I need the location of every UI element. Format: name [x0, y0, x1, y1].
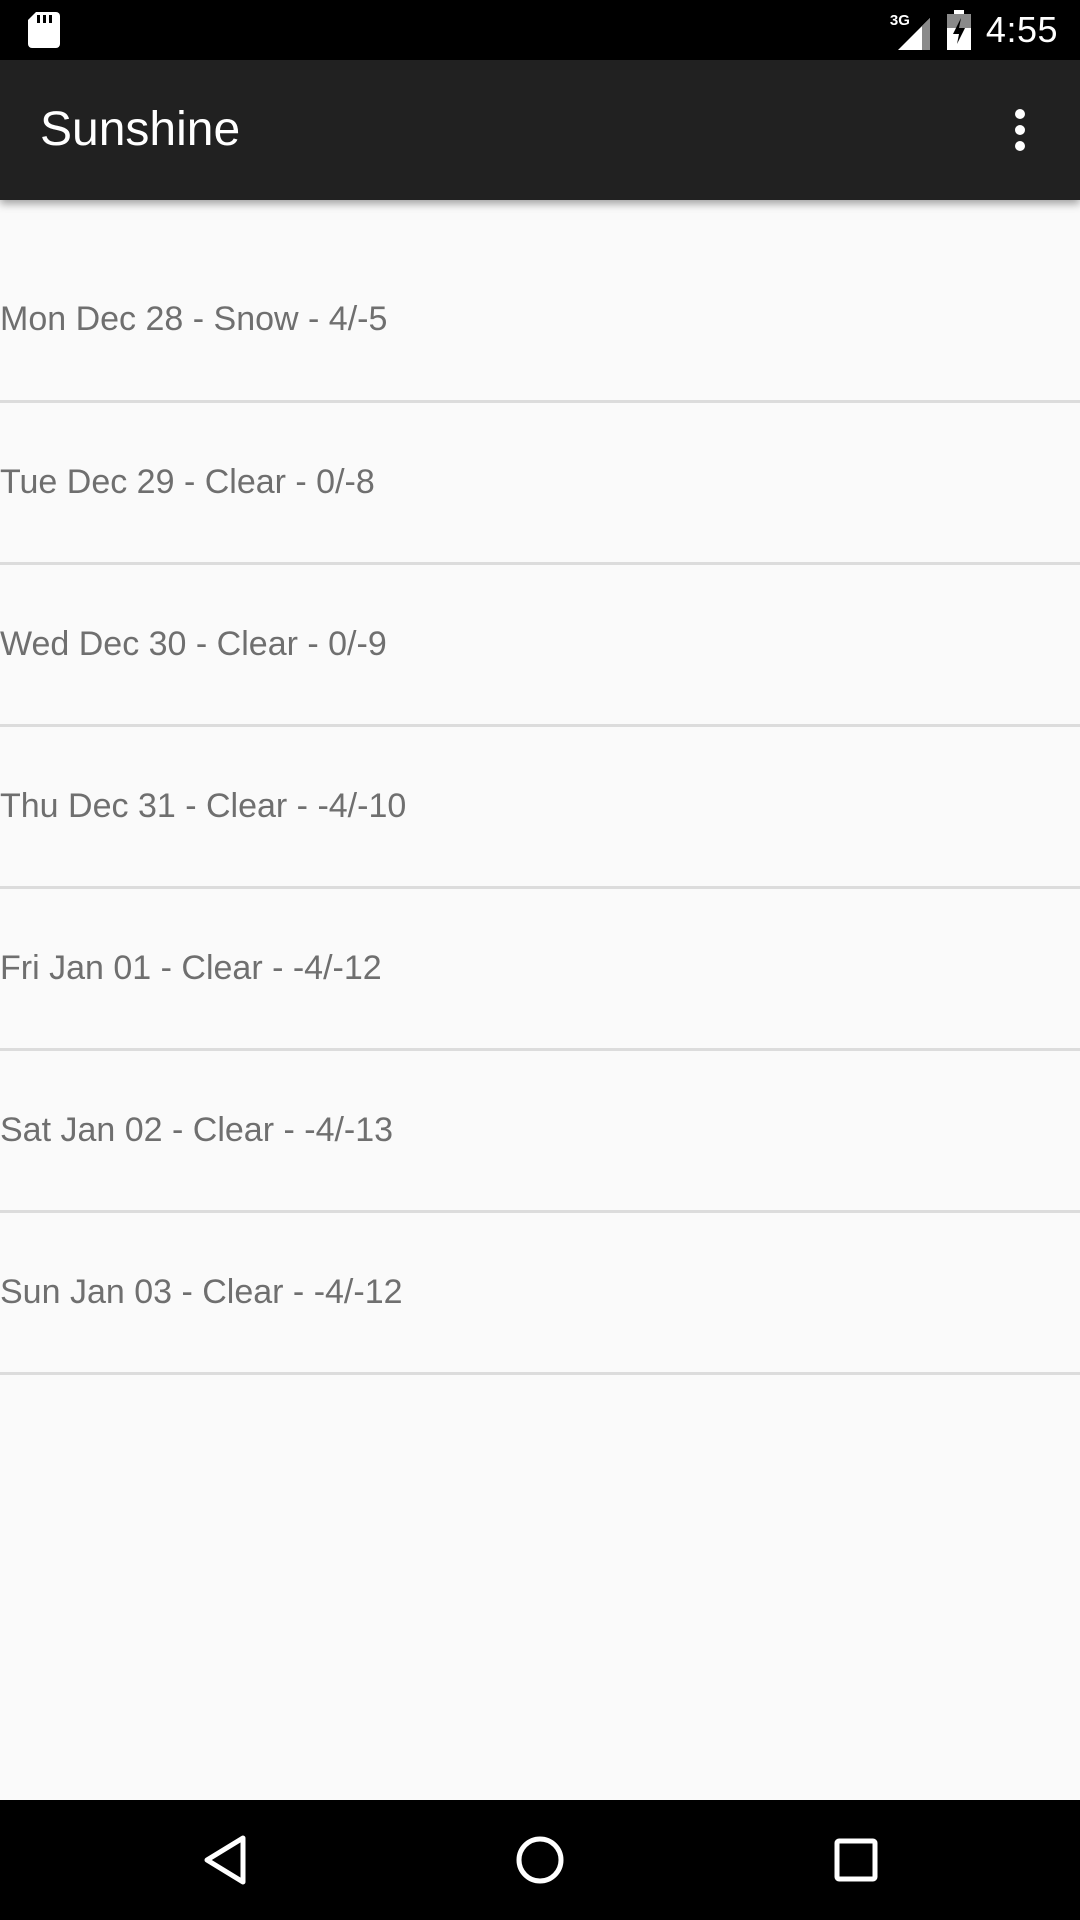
forecast-list: Mon Dec 28 - Snow - 4/-5 Tue Dec 29 - Cl… [0, 200, 1080, 1375]
list-item-label: Sat Jan 02 - Clear - -4/-13 [0, 1111, 394, 1149]
recents-button[interactable] [826, 1830, 886, 1890]
back-icon [204, 1835, 246, 1885]
list-item[interactable]: Tue Dec 29 - Clear - 0/-8 [0, 403, 1080, 565]
list-item-label: Thu Dec 31 - Clear - -4/-10 [0, 787, 407, 825]
status-time: 4:55 [985, 9, 1058, 50]
back-button[interactable] [195, 1830, 255, 1890]
list-item-label: Mon Dec 28 - Snow - 4/-5 [0, 299, 388, 338]
list-item-label: Tue Dec 29 - Clear - 0/-8 [0, 463, 375, 501]
home-button[interactable] [510, 1830, 570, 1890]
app-title: Sunshine [40, 103, 241, 156]
battery-icon [946, 10, 972, 50]
list-item-label: Wed Dec 30 - Clear - 0/-9 [0, 625, 387, 663]
list-item-label: Sun Jan 03 - Clear - -4/-12 [0, 1273, 403, 1311]
app-bar: Sunshine [0, 60, 1080, 200]
list-item[interactable]: Fri Jan 01 - Clear - -4/-12 [0, 889, 1080, 1051]
recents-icon [834, 1838, 878, 1882]
navigation-bar [0, 1800, 1080, 1920]
overflow-menu-button[interactable] [988, 98, 1052, 162]
list-item[interactable]: Wed Dec 30 - Clear - 0/-9 [0, 565, 1080, 727]
status-bar: 3G 4:55 [0, 0, 1080, 60]
screen: 3G 4:55 Sunshine Mon Dec 28 - Snow - 4/-… [0, 0, 1080, 1920]
list-item[interactable]: Sun Jan 03 - Clear - -4/-12 [0, 1213, 1080, 1375]
status-icons: 3G 4:55 [886, 0, 1058, 60]
signal-icon: 3G [886, 10, 932, 50]
list-item[interactable]: Thu Dec 31 - Clear - -4/-10 [0, 727, 1080, 889]
list-item-label: Fri Jan 01 - Clear - -4/-12 [0, 949, 382, 987]
home-icon [516, 1836, 564, 1884]
more-vert-icon [1015, 109, 1025, 151]
sd-card-icon [28, 12, 60, 48]
list-item[interactable]: Mon Dec 28 - Snow - 4/-5 [0, 200, 1080, 403]
list-item[interactable]: Sat Jan 02 - Clear - -4/-13 [0, 1051, 1080, 1213]
